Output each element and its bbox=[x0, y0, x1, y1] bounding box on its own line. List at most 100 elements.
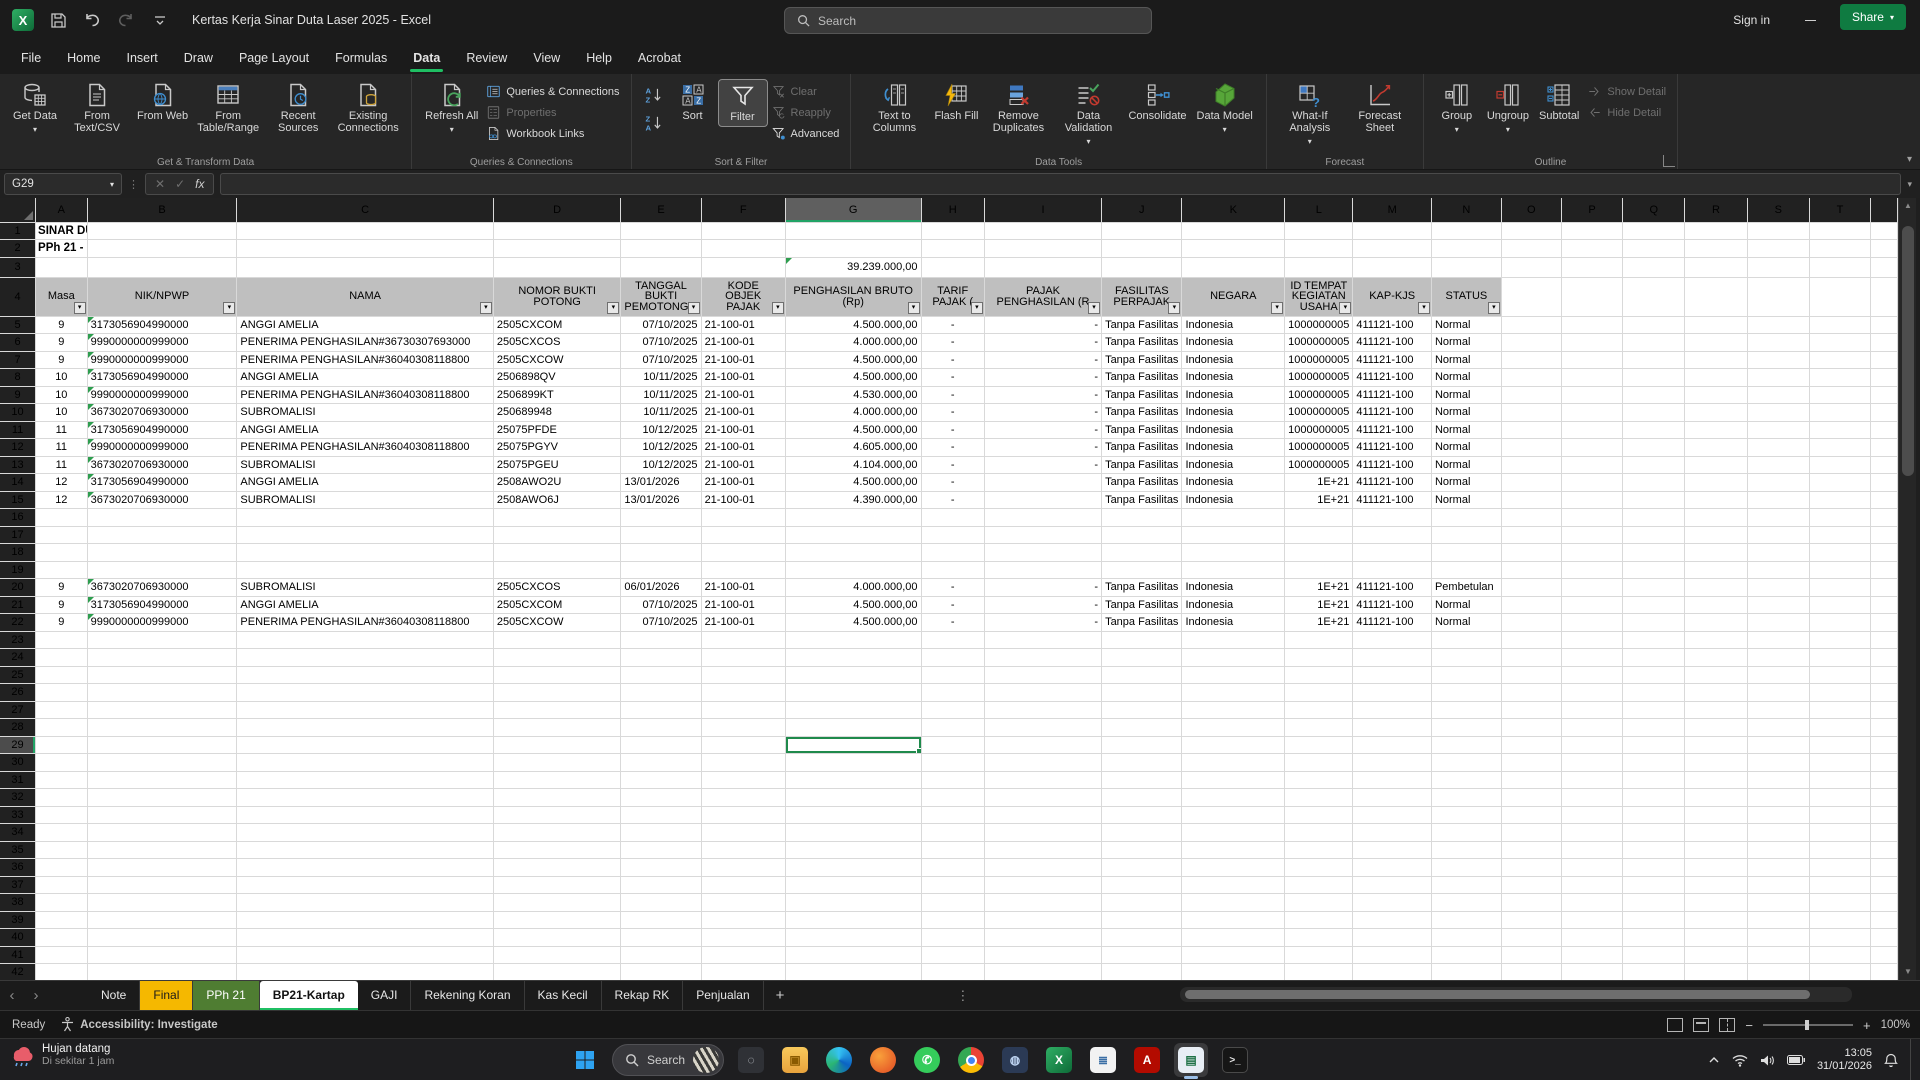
cell-M3[interactable] bbox=[1353, 257, 1432, 277]
cell-I38[interactable] bbox=[984, 894, 1101, 912]
cell-I37[interactable] bbox=[984, 876, 1101, 894]
cell-E7[interactable]: 07/10/2025 bbox=[621, 351, 701, 369]
cell-B7[interactable]: 9990000000999000 bbox=[87, 351, 237, 369]
cell-A16[interactable] bbox=[36, 509, 88, 527]
cell-L2[interactable] bbox=[1285, 240, 1353, 258]
row-header-39[interactable]: 39 bbox=[0, 911, 36, 929]
cell-x8[interactable] bbox=[1871, 369, 1898, 387]
cell-E21[interactable]: 07/10/2025 bbox=[621, 596, 701, 614]
cell-O23[interactable] bbox=[1501, 631, 1561, 649]
cell-G1[interactable] bbox=[785, 222, 921, 240]
cell-P38[interactable] bbox=[1561, 894, 1623, 912]
sheet-tab-rekap-rk[interactable]: Rekap RK bbox=[602, 981, 684, 1011]
cell-H4[interactable]: TARIF PAJAK (▾ bbox=[921, 277, 984, 316]
text-to-columns-button[interactable]: Text to Columns bbox=[859, 79, 929, 137]
from-table-range-button[interactable]: From Table/Range bbox=[193, 79, 263, 137]
cell-H36[interactable] bbox=[921, 859, 984, 877]
cell-L27[interactable] bbox=[1285, 701, 1353, 719]
cell-D24[interactable] bbox=[493, 649, 621, 667]
cell-C24[interactable] bbox=[237, 649, 493, 667]
cell-H11[interactable]: - bbox=[921, 421, 984, 439]
cell-R30[interactable] bbox=[1685, 754, 1748, 772]
cell-Q39[interactable] bbox=[1623, 911, 1685, 929]
cell-L33[interactable] bbox=[1285, 806, 1353, 824]
cell-K13[interactable]: Indonesia bbox=[1182, 456, 1285, 474]
row-header-5[interactable]: 5 bbox=[0, 316, 36, 334]
cell-M10[interactable]: 411121-100 bbox=[1353, 404, 1432, 422]
cell-L34[interactable] bbox=[1285, 824, 1353, 842]
cell-M16[interactable] bbox=[1353, 509, 1432, 527]
cell-D4[interactable]: NOMOR BUKTI POTONG▾ bbox=[493, 277, 621, 316]
cell-x14[interactable] bbox=[1871, 474, 1898, 492]
cell-S11[interactable] bbox=[1747, 421, 1809, 439]
scroll-down-icon[interactable]: ▼ bbox=[1899, 964, 1917, 980]
cell-C28[interactable] bbox=[237, 719, 493, 737]
cell-G12[interactable]: 4.605.000,00 bbox=[785, 439, 921, 457]
cell-P42[interactable] bbox=[1561, 964, 1623, 981]
cell-K41[interactable] bbox=[1182, 946, 1285, 964]
cell-J26[interactable] bbox=[1102, 684, 1182, 702]
cell-T13[interactable] bbox=[1809, 456, 1871, 474]
cell-N15[interactable]: Normal bbox=[1431, 491, 1501, 509]
taskbar-app-terminal[interactable]: >_ bbox=[1218, 1043, 1252, 1077]
cell-T7[interactable] bbox=[1809, 351, 1871, 369]
cell-C7[interactable]: PENERIMA PENGHASILAN#36040308118800 bbox=[237, 351, 493, 369]
cell-N27[interactable] bbox=[1431, 701, 1501, 719]
row-header-14[interactable]: 14 bbox=[0, 474, 36, 492]
titlebar-search-box[interactable]: Search bbox=[784, 7, 1152, 34]
cell-I2[interactable] bbox=[984, 240, 1101, 258]
cell-J20[interactable]: Tanpa Fasilitas bbox=[1102, 579, 1182, 597]
data-validation-button[interactable]: Data Validation▾ bbox=[1053, 79, 1123, 151]
row-header-38[interactable]: 38 bbox=[0, 894, 36, 912]
cell-A12[interactable]: 11 bbox=[36, 439, 88, 457]
cell-M6[interactable]: 411121-100 bbox=[1353, 334, 1432, 352]
cell-S9[interactable] bbox=[1747, 386, 1809, 404]
cell-I13[interactable]: - bbox=[984, 456, 1101, 474]
cell-P27[interactable] bbox=[1561, 701, 1623, 719]
cell-S26[interactable] bbox=[1747, 684, 1809, 702]
cell-D38[interactable] bbox=[493, 894, 621, 912]
cell-E32[interactable] bbox=[621, 789, 701, 807]
cell-T32[interactable] bbox=[1809, 789, 1871, 807]
cell-O18[interactable] bbox=[1501, 544, 1561, 562]
cell-C2[interactable] bbox=[237, 240, 493, 258]
cell-S29[interactable] bbox=[1747, 736, 1809, 754]
cell-x41[interactable] bbox=[1871, 946, 1898, 964]
cell-A4[interactable]: Masa▾ bbox=[36, 277, 88, 316]
cell-A19[interactable] bbox=[36, 561, 88, 579]
cell-G34[interactable] bbox=[785, 824, 921, 842]
cell-S23[interactable] bbox=[1747, 631, 1809, 649]
cell-D16[interactable] bbox=[493, 509, 621, 527]
cell-S12[interactable] bbox=[1747, 439, 1809, 457]
save-icon[interactable] bbox=[48, 10, 68, 30]
cell-O6[interactable] bbox=[1501, 334, 1561, 352]
cell-Q29[interactable] bbox=[1623, 736, 1685, 754]
cell-M12[interactable]: 411121-100 bbox=[1353, 439, 1432, 457]
cell-C20[interactable]: SUBROMALISI bbox=[237, 579, 493, 597]
menu-tab-page-layout[interactable]: Page Layout bbox=[226, 44, 322, 74]
cell-S4[interactable] bbox=[1747, 277, 1809, 316]
cell-P24[interactable] bbox=[1561, 649, 1623, 667]
cell-Q24[interactable] bbox=[1623, 649, 1685, 667]
cell-R18[interactable] bbox=[1685, 544, 1748, 562]
cell-E26[interactable] bbox=[621, 684, 701, 702]
filter-dropdown-icon[interactable]: ▾ bbox=[223, 302, 235, 314]
cell-G7[interactable]: 4.500.000,00 bbox=[785, 351, 921, 369]
cell-D39[interactable] bbox=[493, 911, 621, 929]
cell-A3[interactable] bbox=[36, 257, 88, 277]
filter-dropdown-icon[interactable]: ▾ bbox=[1088, 302, 1100, 314]
cell-D25[interactable] bbox=[493, 666, 621, 684]
cell-L35[interactable] bbox=[1285, 841, 1353, 859]
cell-R16[interactable] bbox=[1685, 509, 1748, 527]
cell-C8[interactable]: ANGGI AMELIA bbox=[237, 369, 493, 387]
cell-S34[interactable] bbox=[1747, 824, 1809, 842]
cell-I20[interactable]: - bbox=[984, 579, 1101, 597]
cell-J32[interactable] bbox=[1102, 789, 1182, 807]
cell-E20[interactable]: 06/01/2026 bbox=[621, 579, 701, 597]
cell-B34[interactable] bbox=[87, 824, 237, 842]
cell-H16[interactable] bbox=[921, 509, 984, 527]
scroll-up-icon[interactable]: ▲ bbox=[1899, 198, 1917, 214]
cell-D29[interactable] bbox=[493, 736, 621, 754]
cell-F30[interactable] bbox=[701, 754, 785, 772]
cell-R26[interactable] bbox=[1685, 684, 1748, 702]
